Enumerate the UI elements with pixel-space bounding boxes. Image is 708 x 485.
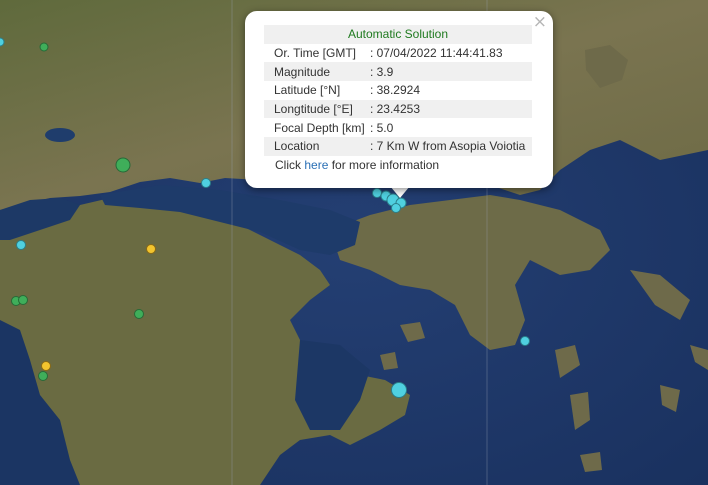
info-value: : 23.4253 <box>368 99 532 119</box>
earthquake-info-table: Automatic Solution Or. Time [GMT] : 07/0… <box>264 25 532 156</box>
earthquake-marker[interactable] <box>372 188 382 198</box>
info-label: Longtitude [°E] <box>264 99 369 119</box>
info-label: Location <box>264 137 369 156</box>
title-row: Automatic Solution <box>264 25 532 44</box>
more-info-prefix: Click <box>275 158 301 172</box>
earthquake-marker[interactable] <box>41 361 51 371</box>
close-icon[interactable]: × <box>533 13 547 31</box>
info-label: Latitude [°N] <box>274 83 341 98</box>
earthquake-marker[interactable] <box>0 37 5 47</box>
info-row-origin-time: Or. Time [GMT] : 07/04/2022 11:44:41.83 <box>264 44 532 63</box>
earthquake-marker[interactable] <box>201 178 211 188</box>
earthquake-marker[interactable] <box>391 203 401 213</box>
lake <box>45 128 75 142</box>
info-label: Magnitude <box>264 62 369 82</box>
info-value: : 07/04/2022 11:44:41.83 <box>369 46 503 61</box>
earthquake-marker[interactable] <box>146 244 156 254</box>
info-value: : 7 Km W from Asopia Voiotia <box>368 137 532 156</box>
info-row-focal-depth: Focal Depth [km] : 5.0 <box>264 118 532 137</box>
info-value: : 38.2924 <box>369 83 420 98</box>
earthquake-marker[interactable] <box>16 240 26 250</box>
earthquake-marker[interactable] <box>38 371 48 381</box>
earthquake-marker[interactable] <box>134 309 144 319</box>
earthquake-marker[interactable] <box>39 42 49 52</box>
info-label: Or. Time [GMT] <box>274 46 357 61</box>
info-value: : 5.0 <box>369 120 394 135</box>
info-label: Focal Depth [km] <box>274 120 365 135</box>
info-row-location: Location : 7 Km W from Asopia Voiotia <box>264 137 532 156</box>
more-info-link[interactable]: here <box>304 158 328 172</box>
info-row-magnitude: Magnitude : 3.9 <box>264 62 532 82</box>
info-value: : 3.9 <box>368 62 532 82</box>
more-info-line: Click here for more information <box>275 158 439 172</box>
earthquake-marker[interactable] <box>18 295 28 305</box>
earthquake-marker[interactable] <box>115 157 131 173</box>
info-row-latitude: Latitude [°N] : 38.2924 <box>264 81 532 100</box>
earthquake-marker[interactable] <box>391 382 407 398</box>
more-info-suffix: for more information <box>331 158 440 172</box>
earthquake-marker[interactable] <box>520 336 530 346</box>
popup-title: Automatic Solution <box>264 25 532 44</box>
info-row-longitude: Longtitude [°E] : 23.4253 <box>264 99 532 119</box>
earthquake-info-popup: × Automatic Solution Or. Time [GMT] : 07… <box>245 11 553 188</box>
